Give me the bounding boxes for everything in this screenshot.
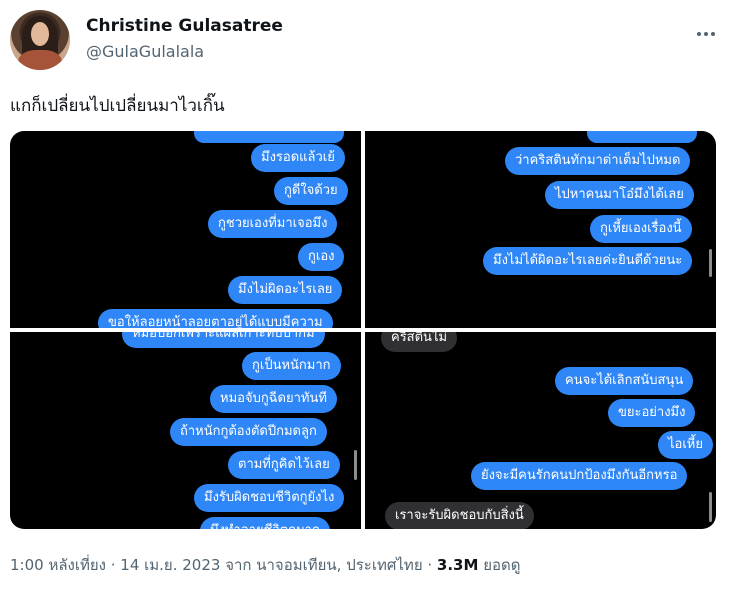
author-handle[interactable]: @GulaGulalala [86,42,204,61]
tweet-meta: 1:00 หลังเที่ยง · 14 เม.ย. 2023 จาก นาจอ… [10,553,520,577]
scrollbar[interactable] [709,249,712,277]
timestamp[interactable]: 1:00 หลังเที่ยง · 14 เม.ย. 2023 จาก นาจอ… [10,556,437,574]
chat-bubble: กูดีใจด้วย [274,177,348,205]
media-image-2[interactable]: ว่าคริสตินทักมาด่าเต็มไปหมด ไปหาคนมาโอ๋ม… [365,131,716,328]
media-image-4[interactable]: คริสตินไม่ คนจะได้เลิกสนับสนุน ขยะอย่างม… [365,332,716,529]
chat-bubble: กูชวยเองที่มาเจอมึง [208,210,338,238]
avatar[interactable] [10,10,70,70]
chat-bubble: ไอเหี้ย [658,431,713,459]
chat-bubble: ไปหาคนมาโอ๋มึงได้เลย [545,181,694,209]
chat-bubble: มึงทำลายชีวิตกูมาก [200,517,330,529]
scrollbar[interactable] [709,492,712,522]
chat-bubble: หมอจับกูฉีดยาทันที [210,385,337,413]
chat-bubble: คนจะได้เลิกสนับสนุน [555,367,694,395]
media-image-3[interactable]: หมอบอกเพราะแผลเกาะทับปากม กูเป็นหนักมาก … [10,332,361,529]
tweet-text: แกก็เปลี่ยนไปเปลี่ยนมาไวเกิ๊น [10,96,225,116]
chat-bubble: มึงรอดแล้วเย้ [251,144,345,172]
media-grid[interactable]: มึงรอดแล้วเย้ กูดีใจด้วย กูชวยเองที่มาเจ… [10,131,716,529]
avatar-face [31,22,49,46]
chat-bubble: ขยะอย่างมึง [608,399,696,427]
chat-bubble: กูเอง [298,243,345,271]
chat-bubble: มึงไม่ผิดอะไรเลย [228,276,343,304]
more-options-icon[interactable] [694,22,718,46]
view-label: ยอดดู [478,556,521,574]
chat-bubble: ว่าคริสตินทักมาด่าเต็มไปหมด [505,147,691,175]
chat-bubble-received: คริสตินไม่ [381,332,458,352]
chat-bubble: ตามที่กูคิดไว้เลย [228,451,340,479]
avatar-body [18,50,62,70]
chat-bubble: มึงไม่ได้ผิดอะไรเลยค่ะยินดีด้วยนะ [483,247,693,275]
tweet-header: Christine Gulasatree @GulaGulalala [10,10,724,74]
scrollbar[interactable] [354,450,357,480]
chat-bubble: กูเป็นหนักมาก [242,352,341,380]
chat-bubble-received: เราจะรับผิดชอบกับสิ่งนี้ [385,502,534,529]
chat-bubble: หมอบอกเพราะแผลเกาะทับปากม [122,332,325,348]
chat-bubble [194,131,344,143]
chat-bubble: ถ้าหนักกูต้องตัดปีกมดลูก [170,418,327,446]
chat-bubble: ขอให้ลอยหน้าลอยตาอยู่ได้แบบมีความ [98,309,333,328]
chat-bubble: ยังจะมีคนรักคนปกป้องมึงกันอีกหรอ [471,462,688,490]
chat-bubble [587,131,697,143]
author-name[interactable]: Christine Gulasatree [86,16,283,36]
view-count: 3.3M [436,556,479,574]
chat-bubble: มึงรับผิดชอบชีวิตกูยังไง [194,484,345,512]
media-image-1[interactable]: มึงรอดแล้วเย้ กูดีใจด้วย กูชวยเองที่มาเจ… [10,131,361,328]
chat-bubble: กูเหี้ยเองเรื่องนี้ [590,215,692,243]
